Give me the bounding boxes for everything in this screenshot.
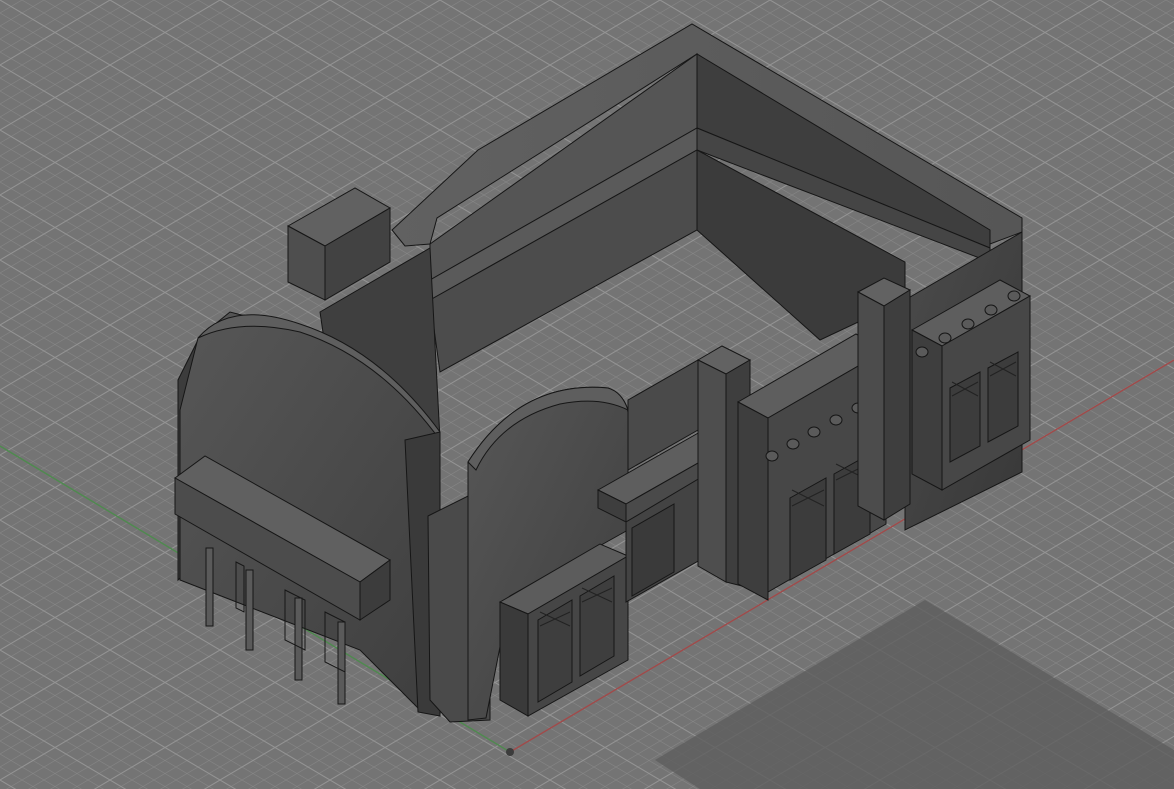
column[interactable] [337,621,346,705]
stud[interactable] [938,332,952,344]
stud[interactable] [961,318,975,330]
stud[interactable] [765,450,779,462]
right-pier-right[interactable] [883,289,911,521]
column[interactable] [205,547,214,627]
origin-marker[interactable] [506,748,514,756]
stud[interactable] [807,426,821,438]
stud[interactable] [915,346,929,358]
central-pier-left[interactable] [697,359,727,583]
column[interactable] [245,569,254,651]
rc-facade-left[interactable] [737,401,769,601]
window[interactable] [987,351,1019,443]
lower-box-front[interactable] [499,601,529,717]
stud[interactable] [786,438,800,450]
viewport-canvas[interactable] [0,0,1174,789]
stud[interactable] [1007,290,1021,302]
right-pier-left[interactable] [857,291,885,521]
column[interactable] [294,597,303,681]
cad-3d-viewport[interactable] [0,0,1174,789]
window[interactable] [949,371,981,463]
stud[interactable] [829,414,843,426]
stud[interactable] [984,304,998,316]
